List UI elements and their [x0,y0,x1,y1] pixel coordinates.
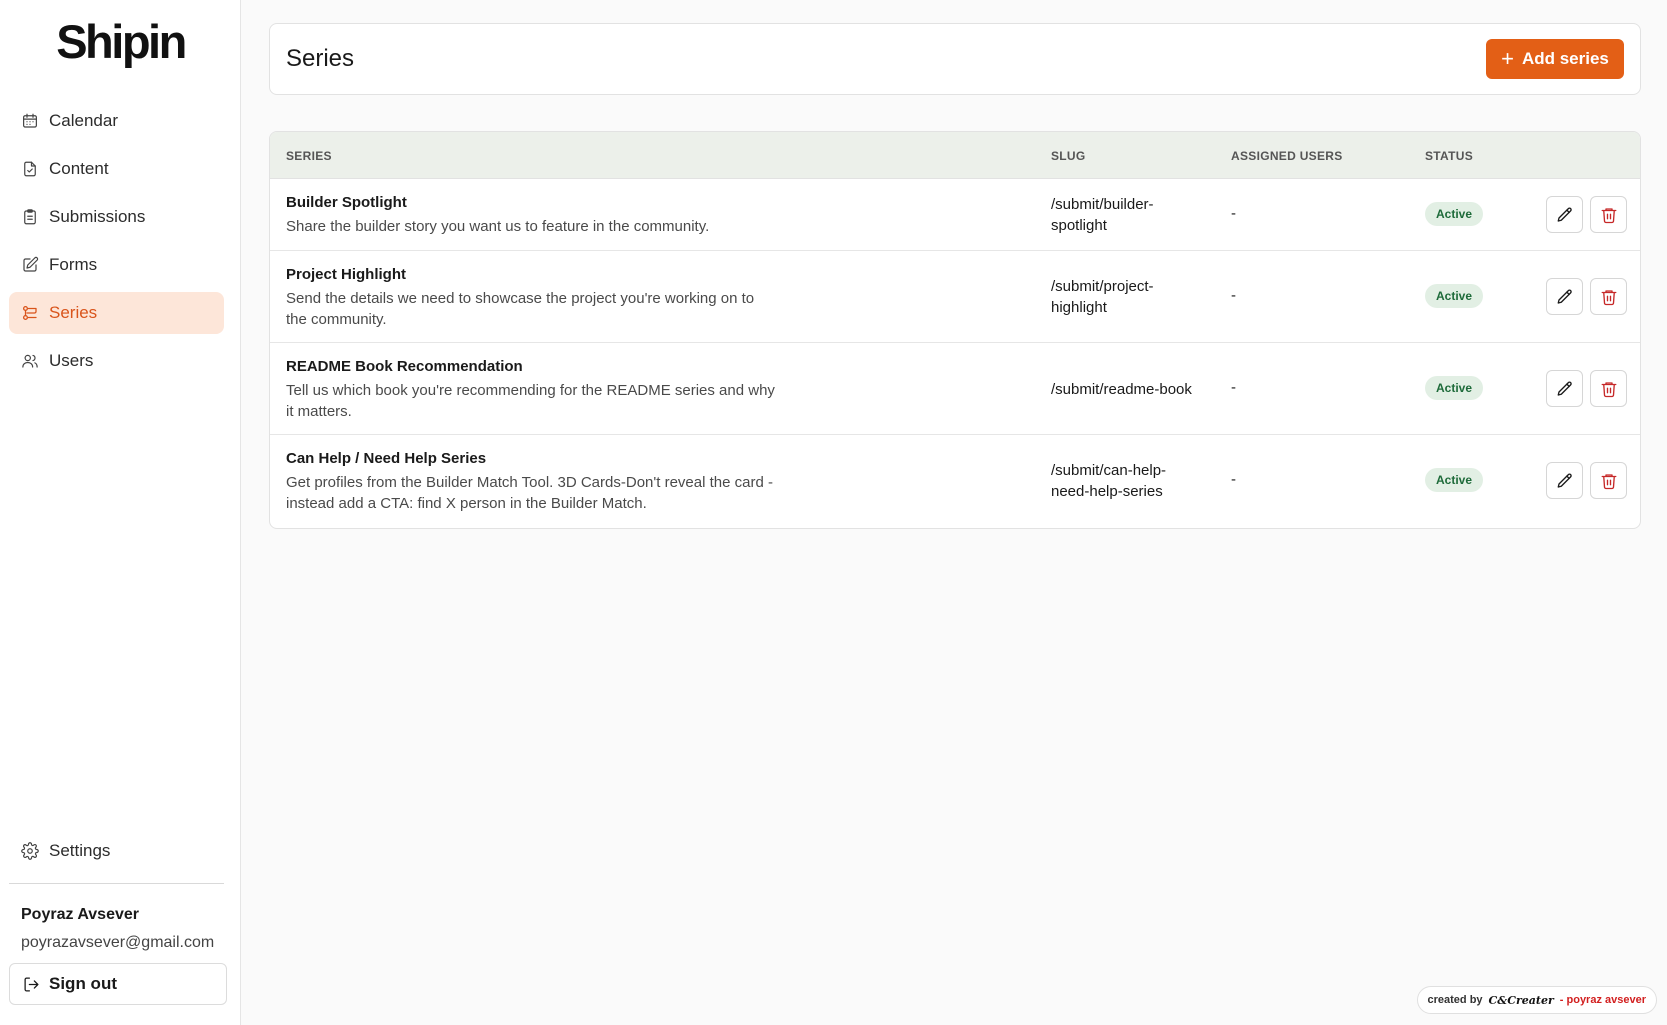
credit-brand-logo: C&Creater [1488,993,1554,1007]
sidebar-divider [9,883,224,884]
assigned-users: - [1231,471,1236,488]
sidebar-item-submissions[interactable]: Submissions [9,196,224,238]
table-row: Builder Spotlight Share the builder stor… [270,179,1640,251]
assigned-users: - [1231,205,1236,222]
sidebar-item-settings[interactable]: Settings [9,830,224,872]
credit-badge[interactable]: created by C&Creater - poyraz avsever [1416,986,1657,1014]
pencil-icon [1557,381,1572,396]
series-title: README Book Recommendation [286,358,523,375]
add-series-button[interactable]: + Add series [1486,39,1624,79]
delete-button[interactable] [1590,196,1627,233]
sign-out-button[interactable]: Sign out [9,963,227,1005]
content-icon [21,160,39,178]
sidebar-item-label: Series [49,303,98,322]
series-slug: /submit/builder-spotlight [1051,196,1154,234]
table-row: Project Highlight Send the details we ne… [270,251,1640,343]
page-title: Series [286,45,355,72]
sidebar-item-forms[interactable]: Forms [9,244,224,286]
series-title: Can Help / Need Help Series [286,450,487,467]
status-badge: Active [1425,376,1483,400]
sign-out-icon [23,976,40,993]
column-header-assigned-users: ASSIGNED USERS [1231,149,1343,163]
delete-button[interactable] [1590,462,1627,499]
series-slug: /submit/can-help-need-help-series [1051,462,1167,500]
edit-form-icon [21,256,39,274]
assigned-users: - [1231,287,1236,304]
series-icon [21,304,39,322]
add-series-label: Add series [1521,49,1609,68]
assigned-users: - [1231,379,1236,396]
delete-button[interactable] [1590,278,1627,315]
sidebar-item-users[interactable]: Users [9,340,224,382]
calendar-icon [21,112,39,130]
sidebar-item-label: Users [49,351,94,370]
gear-icon [21,842,39,860]
status-badge: Active [1425,468,1483,492]
series-description: Get profiles from the Builder Match Tool… [286,474,773,512]
edit-button[interactable] [1546,370,1583,407]
edit-button[interactable] [1546,278,1583,315]
sidebar-item-calendar[interactable]: Calendar [9,100,224,142]
series-slug: /submit/project-highlight [1051,278,1154,316]
plus-icon: + [1501,46,1514,71]
sidebar-item-content[interactable]: Content [9,148,224,190]
settings-section: Settings [9,830,224,878]
trash-icon [1601,207,1616,223]
page-header: Series + Add series [269,23,1641,95]
table-row: README Book Recommendation Tell us which… [270,343,1640,435]
pencil-icon [1557,289,1572,304]
users-icon [21,352,39,370]
series-description: Send the details we need to showcase the… [286,290,755,328]
credit-author: - poyraz avsever [1559,994,1646,1006]
sign-out-label: Sign out [49,974,117,993]
user-name: Poyraz Avsever [21,906,139,923]
table-row: Can Help / Need Help Series Get profiles… [270,435,1640,528]
trash-icon [1601,289,1616,305]
series-description: Tell us which book you're recommending f… [286,382,775,420]
pencil-icon [1557,473,1572,488]
column-header-slug: SLUG [1051,149,1086,163]
sidebar-item-label: Settings [49,841,111,860]
delete-button[interactable] [1590,370,1627,407]
edit-button[interactable] [1546,462,1583,499]
trash-icon [1601,381,1616,397]
trash-icon [1601,473,1616,489]
sidebar-item-label: Forms [49,255,98,274]
series-slug: /submit/readme-book [1051,381,1192,398]
edit-button[interactable] [1546,196,1583,233]
sidebar: Shipin Calendar Content Submissions Form… [0,0,241,1025]
clipboard-icon [21,208,39,226]
sidebar-item-label: Content [49,159,109,178]
sidebar-item-label: Submissions [49,207,146,226]
series-table: SERIES SLUG ASSIGNED USERS STATUS Builde… [269,131,1641,529]
column-header-series: SERIES [286,149,332,163]
column-header-status: STATUS [1425,149,1474,163]
sidebar-item-label: Calendar [49,111,118,130]
credit-prefix: created by [1427,994,1483,1006]
series-title: Builder Spotlight [286,194,407,211]
table-header: SERIES SLUG ASSIGNED USERS STATUS [270,132,1640,179]
series-description: Share the builder story you want us to f… [286,218,710,235]
sidebar-nav: Calendar Content Submissions Forms Serie… [9,100,224,388]
user-email: poyrazavsever@gmail.com [21,934,215,951]
sidebar-item-series[interactable]: Series [9,292,224,334]
status-badge: Active [1425,284,1483,308]
pencil-icon [1557,207,1572,222]
app-logo[interactable]: Shipin [0,14,241,69]
status-badge: Active [1425,202,1483,226]
series-title: Project Highlight [286,266,406,283]
